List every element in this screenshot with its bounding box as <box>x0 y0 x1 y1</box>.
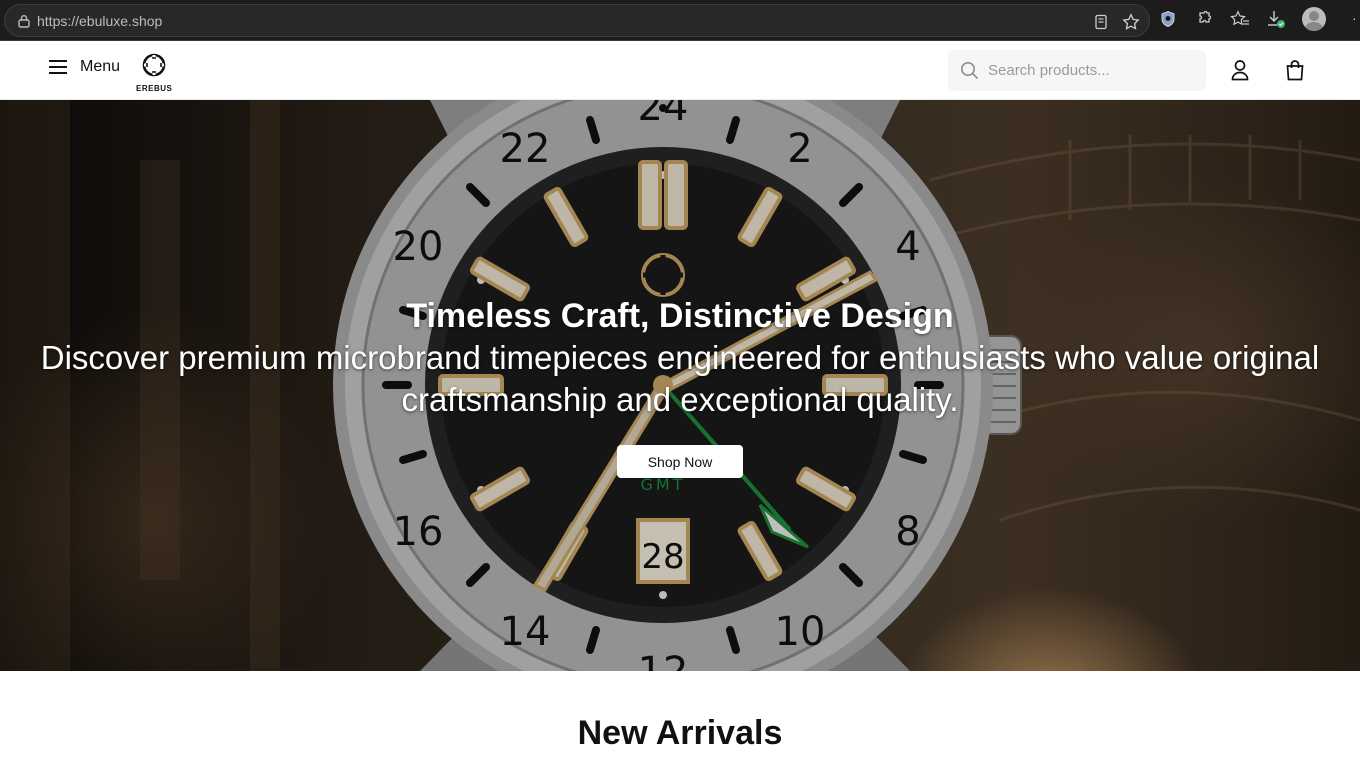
reader-icon[interactable] <box>1091 12 1111 32</box>
site-logo[interactable]: EREBUS <box>136 52 173 93</box>
shield-icon[interactable] <box>1158 9 1178 29</box>
extensions-icon[interactable] <box>1194 9 1214 29</box>
downloads-icon[interactable] <box>1266 9 1286 29</box>
hero-subtitle: Discover premium microbrand timepieces e… <box>40 339 1320 418</box>
hamburger-icon[interactable] <box>48 59 68 75</box>
menu-label[interactable]: Menu <box>80 58 120 76</box>
search-box <box>948 50 1206 91</box>
profile-avatar[interactable] <box>1302 7 1326 31</box>
search-input[interactable] <box>988 50 1198 91</box>
lock-icon[interactable] <box>17 14 31 28</box>
account-button[interactable] <box>1230 59 1250 86</box>
new-arrivals-heading: New Arrivals <box>577 714 783 752</box>
menu-button[interactable]: Menu <box>48 58 120 76</box>
url-text[interactable]: https://ebuluxe.shop <box>37 12 162 30</box>
hero-title: Timeless Craft, Distinctive Design <box>406 297 954 335</box>
address-bar[interactable]: https://ebuluxe.shop <box>4 4 1150 37</box>
logo-mark <box>142 53 166 77</box>
bag-icon[interactable] <box>1284 59 1306 81</box>
user-icon[interactable] <box>1230 59 1250 81</box>
star-icon[interactable] <box>1121 12 1141 32</box>
logo-wordmark: EREBUS <box>136 84 173 93</box>
search-icon[interactable] <box>960 61 979 80</box>
site-header: Menu EREBUS <box>0 41 1360 100</box>
shop-now-button[interactable]: Shop Now <box>617 445 743 478</box>
favorites-icon[interactable] <box>1230 9 1250 29</box>
hero-banner: 24 2 4 8 10 12 14 16 20 22 <box>0 100 1360 671</box>
browser-toolbar: https://ebuluxe.shop · <box>0 0 1360 41</box>
more-icon[interactable]: · <box>1352 10 1357 26</box>
cart-button[interactable] <box>1284 59 1306 86</box>
